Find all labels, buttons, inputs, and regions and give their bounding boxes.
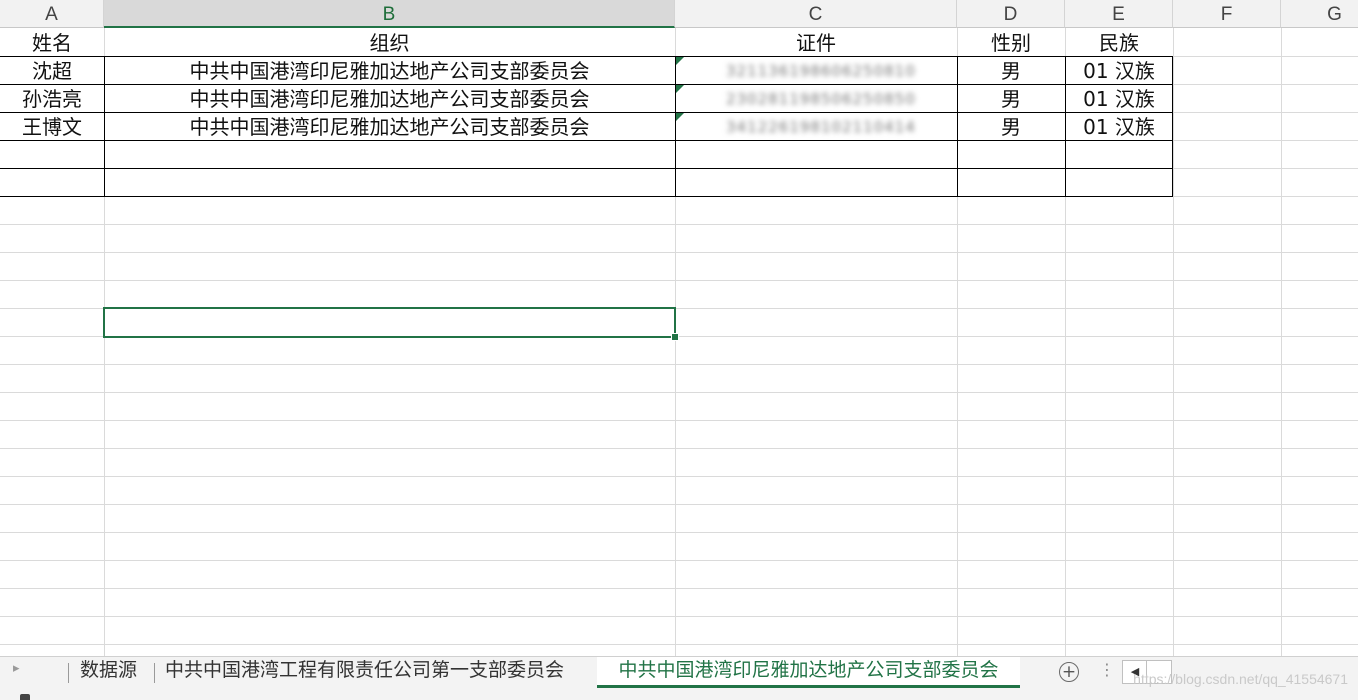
sheet-tab-data-source[interactable]: 数据源 xyxy=(80,657,137,688)
watermark: https://blog.csdn.net/qq_41554671 xyxy=(1133,671,1348,687)
cell-id[interactable]: 341226198102110414 xyxy=(705,113,937,141)
cell-name[interactable]: 沈超 xyxy=(0,57,104,85)
header-cell-org[interactable]: 组织 xyxy=(104,29,675,57)
column-header-b[interactable]: B xyxy=(104,0,675,28)
cell-gender[interactable]: 男 xyxy=(957,57,1065,85)
gridline xyxy=(0,252,1358,253)
status-indicator-icon xyxy=(20,694,30,700)
table-border xyxy=(0,168,1173,169)
gridline xyxy=(0,616,1358,617)
sheet-tab-first-branch[interactable]: 中共中国港湾工程有限责任公司第一支部委员会 xyxy=(165,657,564,688)
column-header-a[interactable]: A xyxy=(0,0,104,28)
cell-org[interactable]: 中共中国港湾印尼雅加达地产公司支部委员会 xyxy=(104,57,675,85)
cell-name[interactable]: 王博文 xyxy=(0,113,104,141)
add-sheet-icon[interactable]: + xyxy=(1059,662,1079,682)
gridline xyxy=(0,532,1358,533)
gridline xyxy=(0,504,1358,505)
gridline xyxy=(0,364,1358,365)
column-header-e[interactable]: E xyxy=(1065,0,1173,28)
cell-ethnicity[interactable]: 01 汉族 xyxy=(1065,57,1173,85)
gridline xyxy=(0,224,1358,225)
gridline xyxy=(1173,28,1174,656)
column-header-f[interactable]: F xyxy=(1173,0,1281,28)
cell-name[interactable]: 孙浩亮 xyxy=(0,85,104,113)
gridline xyxy=(1281,28,1282,656)
cell-org[interactable]: 中共中国港湾印尼雅加达地产公司支部委员会 xyxy=(104,113,675,141)
table-border xyxy=(0,196,1173,197)
selected-cell[interactable] xyxy=(103,307,676,338)
cell-gender[interactable]: 男 xyxy=(957,113,1065,141)
spreadsheet-grid[interactable]: A B C D E F G 姓名 组织 证件 性别 民族 沈超 中共中国港湾印尼… xyxy=(0,0,1358,656)
gridline xyxy=(0,448,1358,449)
table-border xyxy=(675,56,676,197)
cell-id[interactable]: 321136198606250810 xyxy=(705,57,937,85)
fill-handle[interactable] xyxy=(671,333,679,341)
cell-id[interactable]: 230281198506250850 xyxy=(705,85,937,113)
gridline xyxy=(0,560,1358,561)
gridline xyxy=(0,476,1358,477)
header-cell-name[interactable]: 姓名 xyxy=(0,29,104,57)
gridline xyxy=(0,588,1358,589)
header-cell-ethnicity[interactable]: 民族 xyxy=(1065,29,1173,57)
number-as-text-indicator xyxy=(676,85,684,93)
column-header-g[interactable]: G xyxy=(1281,0,1358,28)
cell-ethnicity[interactable]: 01 汉族 xyxy=(1065,113,1173,141)
gridline xyxy=(0,644,1358,645)
header-cell-id[interactable]: 证件 xyxy=(675,29,957,57)
column-header-c[interactable]: C xyxy=(675,0,957,28)
more-options-icon[interactable]: ⋮ xyxy=(1099,660,1115,679)
tab-divider xyxy=(154,663,155,683)
tab-divider xyxy=(68,663,69,683)
cell-ethnicity[interactable]: 01 汉族 xyxy=(1065,85,1173,113)
number-as-text-indicator xyxy=(676,113,684,121)
status-bar xyxy=(0,688,1358,700)
scroll-tabs-right-icon[interactable]: ▸ xyxy=(13,661,20,676)
cell-org[interactable]: 中共中国港湾印尼雅加达地产公司支部委员会 xyxy=(104,85,675,113)
gridline xyxy=(0,420,1358,421)
cell-gender[interactable]: 男 xyxy=(957,85,1065,113)
sheet-tab-jakarta-branch[interactable]: 中共中国港湾印尼雅加达地产公司支部委员会 xyxy=(597,657,1020,688)
gridline xyxy=(0,392,1358,393)
gridline xyxy=(0,280,1358,281)
header-cell-gender[interactable]: 性别 xyxy=(957,29,1065,57)
number-as-text-indicator xyxy=(676,57,684,65)
column-header-d[interactable]: D xyxy=(957,0,1065,28)
